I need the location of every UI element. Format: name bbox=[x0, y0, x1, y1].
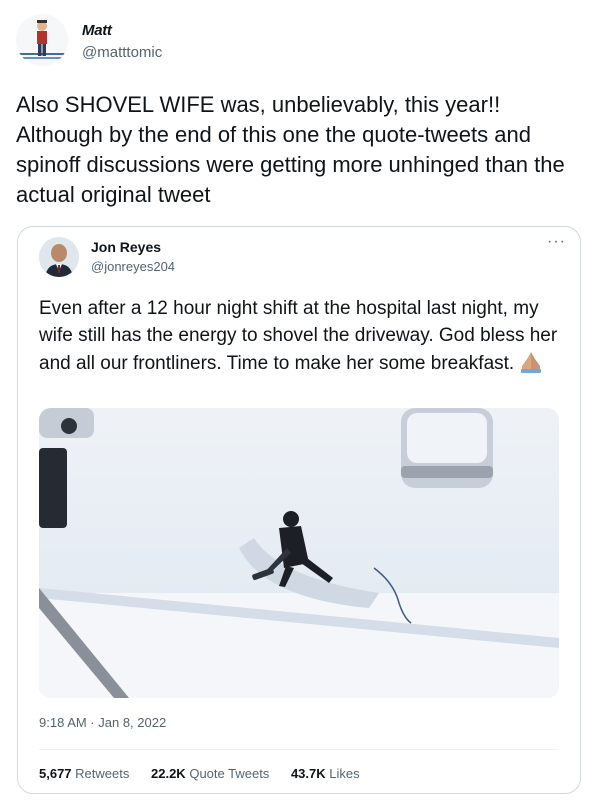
quote-tweets-stat[interactable]: 22.2K Quote Tweets bbox=[151, 766, 269, 781]
retweets-stat[interactable]: 5,677 Retweets bbox=[39, 766, 129, 781]
tweet-stats: 5,677 Retweets 22.2K Quote Tweets 43.7K … bbox=[39, 766, 378, 781]
quoted-author-avatar[interactable] bbox=[39, 237, 79, 277]
folded-hands-emoji-icon bbox=[518, 349, 544, 381]
author-avatar[interactable] bbox=[16, 14, 68, 66]
more-options-icon[interactable]: ··· bbox=[547, 233, 566, 251]
avatar-figure-icon bbox=[16, 14, 68, 66]
quote-tweets-label: Quote Tweets bbox=[189, 766, 270, 781]
likes-stat[interactable]: 43.7K Likes bbox=[291, 766, 360, 781]
quoted-tweet-text: Even after a 12 hour night shift at the … bbox=[39, 295, 564, 381]
tweet-header: Matt @matttomic bbox=[16, 14, 576, 70]
avatar-person-icon bbox=[39, 237, 79, 277]
tweet-timestamp[interactable]: 9:18 AM · Jan 8, 2022 bbox=[39, 715, 166, 730]
author-handle[interactable]: @matttomic bbox=[82, 44, 162, 61]
quoted-tweet[interactable]: Jon Reyes @jonreyes204 ··· Even after a … bbox=[17, 226, 581, 794]
quoted-author-name[interactable]: Jon Reyes bbox=[91, 239, 161, 255]
quote-tweets-count: 22.2K bbox=[151, 766, 186, 781]
quoted-tweet-body: Even after a 12 hour night shift at the … bbox=[39, 298, 558, 374]
divider bbox=[39, 749, 559, 750]
likes-label: Likes bbox=[329, 766, 360, 781]
author-name[interactable]: Matt bbox=[82, 22, 112, 39]
retweets-count: 5,677 bbox=[39, 766, 72, 781]
quoted-author-handle[interactable]: @jonreyes204 bbox=[91, 259, 175, 274]
snow-driveway-photo bbox=[39, 408, 559, 698]
retweets-label: Retweets bbox=[75, 766, 130, 781]
tweet-text: Also SHOVEL WIFE was, unbelievably, this… bbox=[16, 92, 565, 207]
likes-count: 43.7K bbox=[290, 766, 326, 781]
tweet-photo[interactable] bbox=[39, 408, 559, 698]
